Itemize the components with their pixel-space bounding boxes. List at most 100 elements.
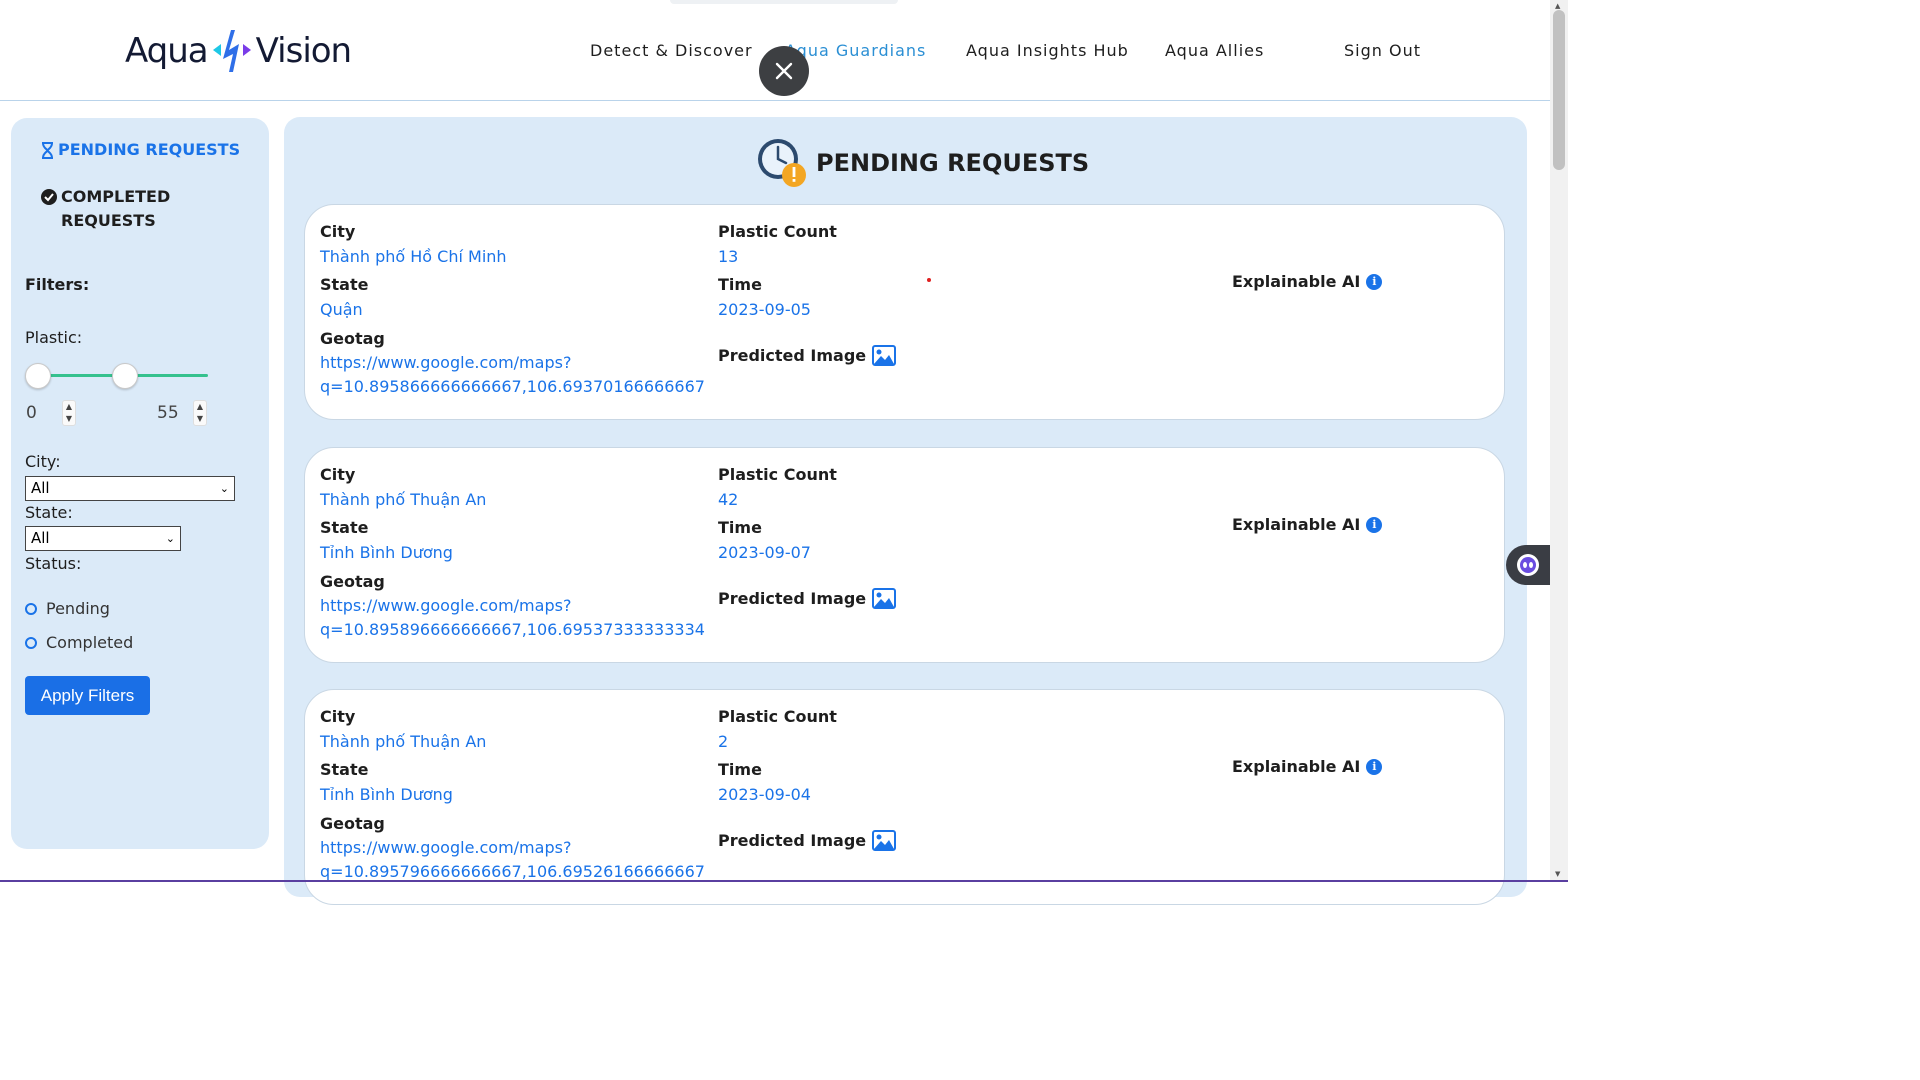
plastic-count-value: 42 — [718, 490, 739, 509]
state-value: Quận — [320, 300, 363, 319]
explainable-ai-label: Explainable AI — [1232, 272, 1361, 291]
time-value: 2023-09-05 — [718, 300, 811, 319]
plastic-count-value: 13 — [718, 247, 739, 266]
status-completed-label: Completed — [46, 633, 134, 652]
predicted-image-link[interactable]: Predicted Image — [718, 830, 897, 851]
info-icon[interactable]: i — [1366, 516, 1383, 533]
info-icon[interactable]: i — [1366, 273, 1383, 290]
state-field-label: State — [320, 518, 369, 537]
scroll-down-arrow-icon[interactable]: ▼ — [1555, 870, 1560, 878]
hourglass-icon — [42, 142, 53, 159]
page-title: PENDING REQUESTS — [756, 137, 1089, 189]
status-radio-completed[interactable]: Completed — [25, 633, 133, 652]
predicted-image-label: Predicted Image — [718, 831, 867, 850]
plastic-count-label: Plastic Count — [718, 707, 837, 726]
logo-wave-icon — [212, 30, 251, 72]
plastic-max-input[interactable]: 55 — [157, 403, 179, 423]
state-select-value: All — [31, 529, 50, 547]
city-value: Thành phố Thuận An — [320, 732, 487, 751]
main-panel: PENDING REQUESTS City Thành phố Hồ Chí M… — [284, 117, 1527, 905]
city-select-value: All — [31, 479, 50, 497]
time-value: 2023-09-07 — [718, 543, 811, 562]
geotag-field-label: Geotag — [320, 329, 385, 348]
bottom-border — [0, 880, 1568, 882]
clock-warning-icon — [758, 139, 806, 187]
sign-out-link[interactable]: Sign Out — [1344, 41, 1421, 60]
explainable-ai-label: Explainable AI — [1232, 757, 1361, 776]
city-value: Thành phố Thuận An — [320, 490, 487, 509]
vertical-scrollbar[interactable]: ▲ ▼ — [1550, 0, 1568, 882]
chatbot-icon — [1517, 554, 1539, 576]
city-field-label: City — [320, 465, 356, 484]
logo[interactable]: Aqua Vision — [125, 28, 352, 74]
explainable-ai-link[interactable]: Explainable AI i — [1232, 272, 1383, 291]
geotag-link-line-1[interactable]: https://www.google.com/maps? — [320, 838, 571, 857]
time-field-label: Time — [718, 518, 762, 537]
radio-circle[interactable] — [25, 636, 37, 649]
plastic-max-handle[interactable] — [112, 363, 138, 389]
predicted-image-link[interactable]: Predicted Image — [718, 588, 897, 609]
sidebar-completed-label-2: REQUESTS — [61, 211, 156, 230]
image-icon — [872, 345, 897, 366]
geotag-field-label: Geotag — [320, 814, 385, 833]
sidebar-completed-requests[interactable]: COMPLETED REQUESTS — [41, 185, 170, 233]
city-value: Thành phố Hồ Chí Minh — [320, 247, 507, 266]
top-tab-handle — [670, 0, 898, 4]
plastic-min-stepper[interactable]: ▲ ▼ — [62, 400, 76, 426]
logo-text-left: Aqua — [125, 31, 209, 71]
page-title-text: PENDING REQUESTS — [816, 149, 1090, 177]
header: Aqua Vision Detect & Discover Aqua Guard… — [0, 0, 1550, 101]
plastic-label: Plastic: — [25, 328, 83, 347]
radio-circle[interactable] — [25, 602, 37, 615]
nav-aqua-guardians[interactable]: Aqua Guardians — [785, 41, 926, 60]
predicted-image-link[interactable]: Predicted Image — [718, 345, 897, 366]
chat-widget-button[interactable] — [1506, 545, 1550, 585]
nav-aqua-allies[interactable]: Aqua Allies — [1165, 41, 1264, 60]
cursor-dot — [927, 278, 931, 282]
city-label: City: — [25, 452, 61, 471]
geotag-link-line-2[interactable]: q=10.895896666666667,106.69537333333334 — [320, 620, 705, 639]
check-circle-icon — [41, 189, 57, 205]
sidebar-pending-requests[interactable]: PENDING REQUESTS — [41, 140, 240, 159]
geotag-link-line-1[interactable]: https://www.google.com/maps? — [320, 596, 571, 615]
state-field-label: State — [320, 275, 369, 294]
status-label: Status: — [25, 554, 82, 573]
sidebar-pending-label: PENDING REQUESTS — [58, 140, 241, 159]
plastic-min-input[interactable]: 0 — [26, 403, 37, 423]
state-value: Tỉnh Bình Dương — [320, 543, 453, 562]
nav-detect-discover[interactable]: Detect & Discover — [590, 41, 753, 60]
geotag-link-line-2[interactable]: q=10.895796666666667,106.69526166666667 — [320, 862, 705, 881]
time-field-label: Time — [718, 275, 762, 294]
sidebar: PENDING REQUESTS COMPLETED REQUESTS Filt… — [11, 118, 269, 849]
filters-title: Filters: — [25, 275, 90, 294]
chevron-down-icon: ⌄ — [219, 482, 229, 495]
close-icon — [775, 62, 793, 80]
predicted-image-label: Predicted Image — [718, 589, 867, 608]
predicted-image-label: Predicted Image — [718, 346, 867, 365]
plastic-max-stepper[interactable]: ▲ ▼ — [193, 400, 207, 426]
info-icon[interactable]: i — [1366, 758, 1383, 775]
apply-filters-button[interactable]: Apply Filters — [25, 676, 150, 715]
plastic-count-value: 2 — [718, 732, 729, 751]
city-field-label: City — [320, 222, 356, 241]
scroll-up-arrow-icon[interactable]: ▲ — [1555, 2, 1560, 10]
close-button[interactable] — [759, 46, 809, 96]
state-value: Tỉnh Bình Dương — [320, 785, 453, 804]
explainable-ai-label: Explainable AI — [1232, 515, 1361, 534]
geotag-link-line-2[interactable]: q=10.895866666666667,106.69370166666667 — [320, 377, 705, 396]
time-field-label: Time — [718, 760, 762, 779]
scrollbar-thumb[interactable] — [1553, 10, 1565, 170]
status-radio-pending[interactable]: Pending — [25, 599, 110, 618]
state-label: State: — [25, 503, 73, 522]
nav-aqua-insights-hub[interactable]: Aqua Insights Hub — [966, 41, 1129, 60]
image-icon — [872, 588, 897, 609]
chevron-down-icon: ⌄ — [165, 532, 175, 545]
plastic-min-handle[interactable] — [25, 363, 51, 389]
explainable-ai-link[interactable]: Explainable AI i — [1232, 757, 1383, 776]
state-select[interactable]: All ⌄ — [25, 526, 181, 551]
city-select[interactable]: All ⌄ — [25, 476, 235, 501]
geotag-link-line-1[interactable]: https://www.google.com/maps? — [320, 353, 571, 372]
plastic-count-label: Plastic Count — [718, 465, 837, 484]
geotag-field-label: Geotag — [320, 572, 385, 591]
explainable-ai-link[interactable]: Explainable AI i — [1232, 515, 1383, 534]
